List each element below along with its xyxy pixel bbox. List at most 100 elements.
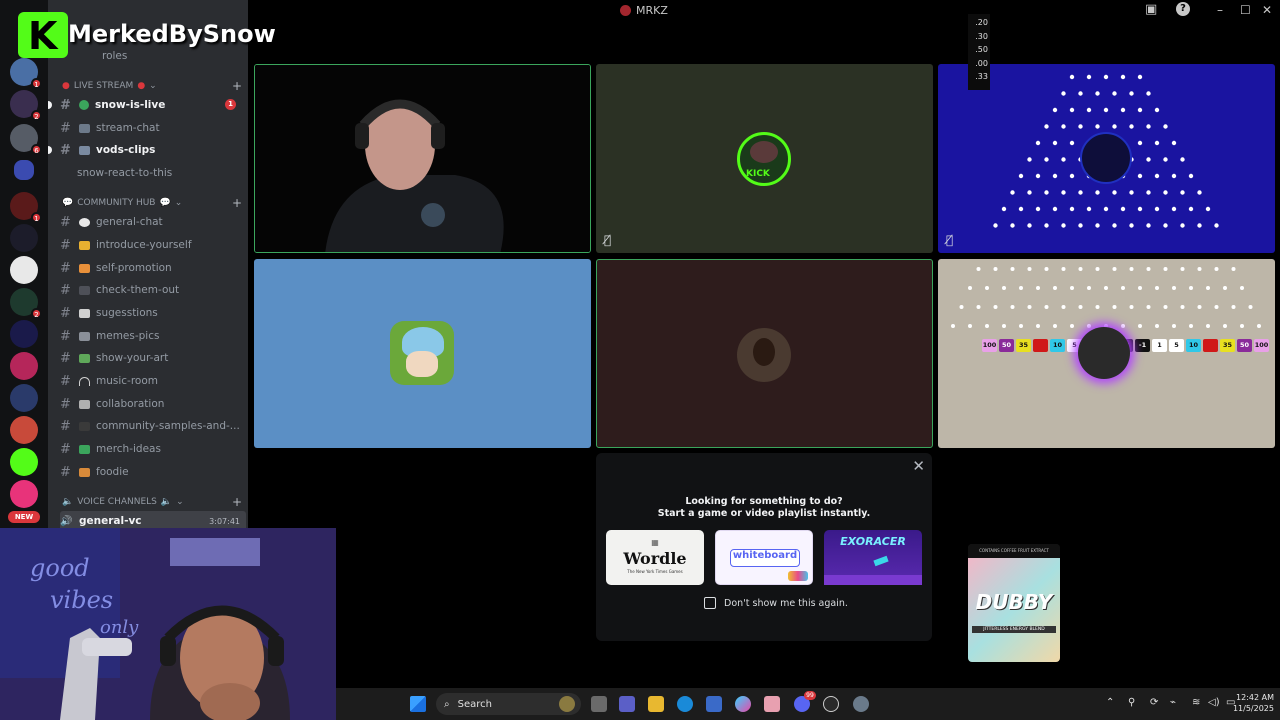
minimize-button[interactable]: – [1217,3,1223,17]
server-badge: 2 [31,308,42,319]
hash-icon: # [60,328,71,344]
channel-memes-pics[interactable]: # memes-pics [60,326,246,346]
inbox-icon[interactable]: ▣ [1145,2,1157,17]
channel-check-them-out[interactable]: # check-them-out [60,280,246,300]
folder-icon[interactable] [14,160,34,180]
chevron-down-icon: ⌄ [174,198,183,208]
settings-icon[interactable] [853,696,869,712]
video-tile-kick-avatar[interactable]: KICK 🎙̸ [596,64,933,253]
server-icon[interactable] [10,352,38,380]
server-icon[interactable] [10,480,38,508]
video-tile-plinko[interactable]: 🎙̸ [938,64,1275,253]
channel-stream-chat[interactable]: # stream-chat [60,118,246,138]
task-view-icon[interactable] [591,696,607,712]
close-window-button[interactable]: ✕ [1262,3,1272,17]
hash-icon: # [60,418,71,434]
server-icon[interactable] [10,320,38,348]
add-channel-icon[interactable]: + [232,79,242,93]
plinko-slot: 10 [1186,339,1201,352]
help-icon[interactable]: ? [1176,2,1190,16]
channel-show-your-art[interactable]: # show-your-art [60,348,246,368]
kick-logo: K [18,12,68,58]
hash-icon: # [60,120,71,136]
channel-collaboration[interactable]: # collaboration [60,394,246,414]
camera-emoji-icon [79,145,90,155]
webcam-person [255,65,590,252]
network-icon[interactable]: ⌁ [1170,697,1176,708]
store-icon[interactable] [706,696,722,712]
activity-whiteboard[interactable]: whiteboard [715,530,813,585]
category-community-hub[interactable]: 💬 COMMUNITY HUB 💬 ⌄ + [62,196,242,210]
bing-icon [559,696,575,712]
obs-icon[interactable] [823,696,839,712]
checkbox[interactable] [704,597,716,609]
server-icon[interactable] [10,448,38,476]
channel-foodie[interactable]: # foodie [60,462,246,482]
close-icon[interactable]: ✕ [912,457,925,475]
edge-icon[interactable] [677,696,693,712]
hash-icon: # [60,214,71,230]
speaker-icon: 🔊 [60,515,73,527]
wifi-icon[interactable]: ≋ [1192,697,1200,708]
clock[interactable]: 12:42 AM 11/5/2025 [1233,692,1274,714]
server-icon[interactable]: 1 [10,58,42,89]
folder-icon[interactable] [648,696,664,712]
chevron-down-icon: ⌄ [149,81,157,91]
id-card-icon [79,240,90,250]
server-icon[interactable]: 2 [10,288,42,319]
user-avatar [737,328,791,382]
hash-icon: # [60,305,71,321]
mic-off-icon[interactable]: ⚲ [1128,697,1135,708]
channel-partial-roles[interactable]: roles [102,46,288,66]
add-channel-icon[interactable]: + [232,196,242,210]
category-live-stream[interactable]: ● LIVE STREAM ● ⌄ + [62,79,242,93]
app-logo-icon [620,5,631,16]
video-tile-webcam[interactable] [254,64,591,253]
server-icon[interactable] [10,384,38,412]
server-icon[interactable]: 1 [10,192,42,223]
server-icon[interactable] [10,416,38,444]
plinko-slot: 50 [1237,339,1252,352]
add-channel-icon[interactable]: + [232,495,242,509]
server-icon[interactable]: 2 [10,90,42,121]
plinko-slot: 35 [1016,339,1031,352]
server-icon[interactable] [10,256,38,284]
plinko-slot [1203,339,1218,352]
taskbar-search[interactable]: ⌕ Search [436,693,581,715]
volume-icon[interactable]: ◁) [1208,697,1220,708]
video-tile-plinko-board[interactable]: 10050351051-1-2-115103550100 [938,259,1275,448]
activity-exoracer[interactable]: EXORACER [824,530,922,585]
server-icon[interactable]: 6 [10,124,42,155]
sync-icon[interactable]: ⟳ [1150,697,1158,708]
streamer-name: MerkedBySnow [68,20,276,48]
channel-snow-react[interactable]: snow-react-to-this [77,163,263,183]
maximize-button[interactable]: ☐ [1240,3,1251,17]
video-tile-user-avatar[interactable] [596,259,933,448]
server-icon[interactable] [10,224,38,252]
app-icon[interactable] [764,696,780,712]
channel-sugesstions[interactable]: # sugesstions [60,303,246,323]
hash-icon: # [60,396,71,412]
channel-music-room[interactable]: # music-room [60,371,246,391]
windows-start-icon[interactable] [410,696,426,712]
speech-bubble-icon: 💬 [62,198,74,208]
discord-icon[interactable]: 99 [794,691,816,712]
channel-general-chat[interactable]: # general-chat [60,212,246,232]
category-voice-channels[interactable]: 🔈 VOICE CHANNELS 🔈 ⌄ + [62,495,242,509]
channel-introduce-yourself[interactable]: # introduce-yourself [60,235,246,255]
window-title: MRKZ [636,4,668,17]
dont-show-checkbox[interactable]: Don't show me this again. [704,597,848,609]
facecam-video: good vibes only [0,528,336,720]
chevron-up-icon[interactable]: ⌃ [1106,697,1114,708]
teams-icon[interactable] [619,696,635,712]
channel-self-promotion[interactable]: # self-promotion [60,258,246,278]
video-tile-anime-avatar[interactable] [254,259,591,448]
svg-text:good: good [30,554,90,582]
activity-wordle[interactable]: ▦ Wordle The New York Times Games [606,530,704,585]
channel-list: roles ● LIVE STREAM ● ⌄ + # snow-is-live… [48,0,248,531]
channel-community-samples[interactable]: # community-samples-and-... [60,416,246,436]
channel-merch-ideas[interactable]: # merch-ideas [60,439,246,459]
copilot-icon[interactable] [735,696,751,712]
channel-snow-is-live[interactable]: # snow-is-live 1 [60,95,246,115]
channel-vods-clips[interactable]: # vods-clips [60,140,246,160]
